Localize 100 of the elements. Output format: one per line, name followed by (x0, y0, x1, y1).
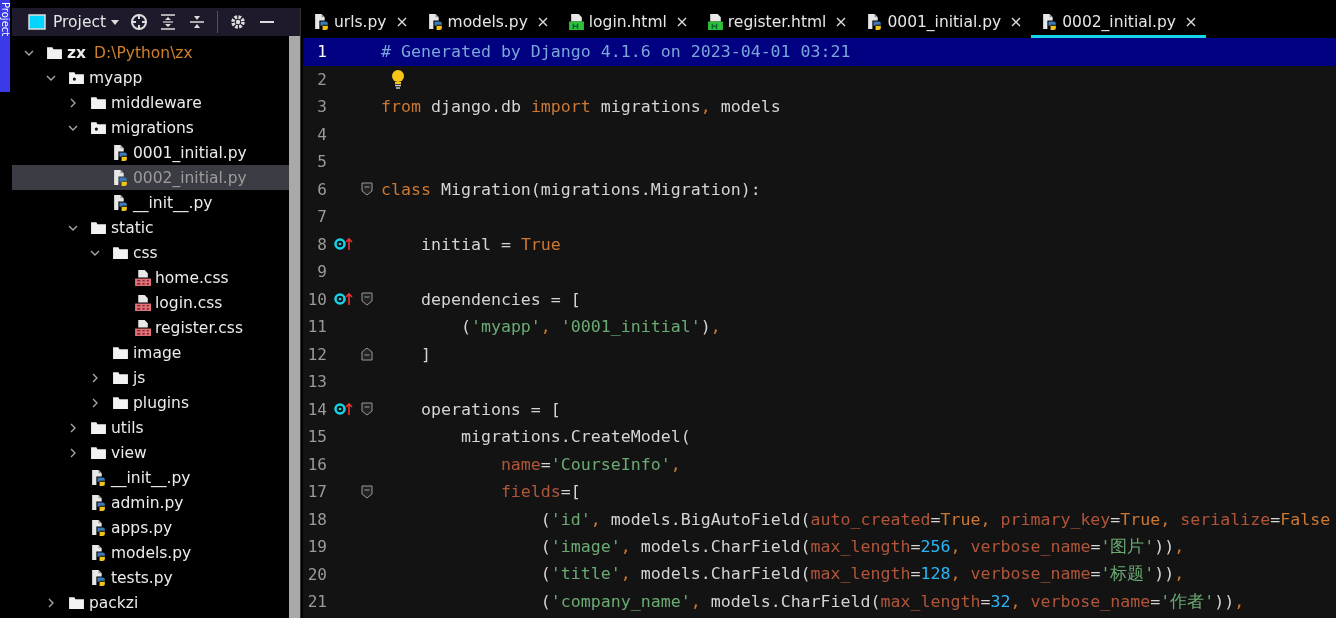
python-file-icon (90, 469, 107, 486)
fold-icon[interactable] (361, 292, 373, 307)
tree-item[interactable]: login.css (12, 290, 289, 315)
lightbulb-icon[interactable] (391, 69, 405, 90)
tree-item[interactable]: static (12, 215, 289, 240)
caret-icon[interactable] (111, 18, 120, 26)
settings-icon[interactable] (229, 13, 248, 31)
override-marker-icon[interactable] (334, 402, 354, 417)
package-folder-icon (90, 119, 107, 136)
window-icon (28, 13, 46, 31)
override-marker-icon[interactable] (334, 237, 354, 252)
chevron-right-icon[interactable] (68, 447, 78, 458)
tree-item[interactable]: myapp (12, 65, 289, 90)
line-number: 10 (306, 289, 327, 309)
code-line: name='CourseInfo', (499, 454, 681, 474)
code-line: from django.db import migrations, models (381, 97, 781, 117)
line-number: 20 (306, 564, 327, 584)
editor-tab[interactable]: login.html (557, 8, 697, 38)
line-number: 6 (316, 179, 327, 199)
code-line: dependencies = [ (419, 289, 581, 309)
tree-item[interactable]: tests.py (12, 565, 289, 590)
fold-icon[interactable] (361, 402, 373, 417)
close-icon[interactable] (1011, 16, 1022, 27)
tree-item[interactable]: home.css (12, 265, 289, 290)
scrollbar[interactable] (289, 36, 300, 618)
chevron-right-icon[interactable] (68, 97, 78, 108)
tree-item[interactable]: __init__.py (12, 190, 289, 215)
tree-item[interactable]: view (12, 440, 289, 465)
override-marker-icon[interactable] (334, 292, 354, 307)
editor-tab[interactable]: 0001_initial.py (856, 8, 1032, 38)
python-file-icon (1041, 13, 1059, 30)
tree-item[interactable]: models.py (12, 540, 289, 565)
css-file-icon (134, 319, 151, 336)
fold-icon[interactable] (361, 484, 373, 499)
editor-tab[interactable]: models.py (416, 8, 558, 38)
tree-item[interactable]: migrations (12, 115, 289, 140)
chevron-right-icon[interactable] (46, 597, 56, 608)
close-icon[interactable] (1185, 16, 1196, 27)
tree-item[interactable]: plugins (12, 390, 289, 415)
folder-icon (68, 594, 85, 611)
tree-item[interactable]: middleware (12, 90, 289, 115)
tree-item[interactable]: js (12, 365, 289, 390)
python-file-icon (866, 13, 884, 30)
line-number: 13 (306, 372, 327, 392)
line-number: 3 (316, 97, 327, 117)
folder-icon (90, 419, 107, 436)
python-file-icon (426, 13, 444, 30)
code-line: # Generated by Django 4.1.6 on 2023-04-01 03:21 (381, 42, 851, 62)
chevron-right-icon[interactable] (90, 397, 100, 408)
line-number: 7 (316, 207, 327, 227)
css-file-icon (134, 294, 151, 311)
editor-tab[interactable]: urls.py (303, 8, 417, 38)
editor-tab[interactable]: register.html (696, 8, 857, 38)
tree-item[interactable]: apps.py (12, 515, 289, 540)
folder-icon (90, 94, 107, 111)
python-file-icon (90, 544, 107, 561)
code-line: operations = [ (419, 399, 561, 419)
code-line: fields=[ (499, 482, 581, 502)
folder-icon (46, 44, 63, 61)
folder-icon (90, 219, 107, 236)
close-icon[interactable] (676, 16, 687, 27)
crosshair-icon[interactable] (130, 13, 149, 31)
tree-item[interactable]: image (12, 340, 289, 365)
tree-item[interactable]: utils (12, 415, 289, 440)
line-number: 8 (316, 234, 327, 254)
html-file-icon (706, 13, 724, 30)
package-folder-icon (68, 69, 85, 86)
line-number: 15 (306, 427, 327, 447)
line-number: 9 (316, 262, 327, 282)
collapse-all-icon[interactable] (188, 13, 207, 31)
code-line: class Migration(migrations.Migration): (381, 179, 761, 199)
tree-item[interactable]: __init__.py (12, 465, 289, 490)
line-number: 12 (306, 344, 327, 364)
expand-all-icon[interactable] (159, 13, 178, 31)
python-file-icon (112, 194, 129, 211)
tree-item[interactable]: packzi (12, 590, 289, 615)
line-number: 21 (306, 592, 327, 612)
tree-item[interactable]: zx D:\Python\zx (12, 40, 289, 65)
tree-item[interactable]: 0001_initial.py (12, 140, 289, 165)
line-number: 11 (306, 317, 327, 337)
folder-icon (112, 369, 129, 386)
tree-item[interactable]: register.css (12, 315, 289, 340)
close-icon[interactable] (396, 16, 407, 27)
fold-icon[interactable] (361, 182, 373, 197)
chevron-right-icon[interactable] (90, 372, 100, 383)
tree-item[interactable]: admin.py (12, 490, 289, 515)
close-icon[interactable] (537, 16, 548, 27)
tree-item[interactable]: css (12, 240, 289, 265)
folder-icon (90, 444, 107, 461)
fold-icon[interactable] (361, 347, 373, 362)
chevron-right-icon[interactable] (68, 422, 78, 433)
tree-item[interactable]: 0002_initial.py (12, 165, 289, 190)
code-line: ('image', models.CharField(max_length=256, verbose_name='图片')), (539, 535, 1185, 558)
close-icon[interactable] (836, 16, 847, 27)
python-file-icon (90, 494, 107, 511)
line-number: 16 (306, 454, 327, 474)
panel-title[interactable]: Project (53, 13, 107, 31)
code-line: ('myapp', '0001_initial'), (459, 317, 721, 337)
python-file-icon (112, 169, 129, 186)
code-line: ('company_name', models.CharField(max_length=32, verbose_name='作者')), (539, 590, 1245, 613)
